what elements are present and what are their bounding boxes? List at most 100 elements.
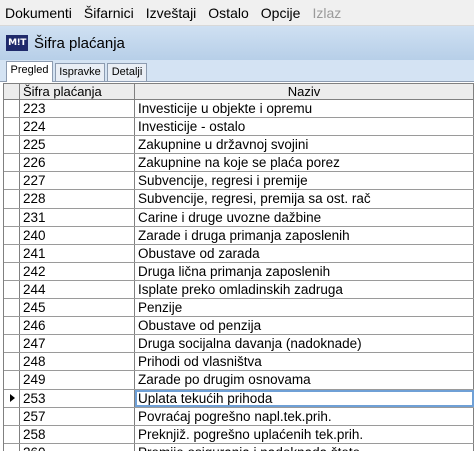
table-row[interactable]: 247 Druga socijalna davanja (nadoknade): [4, 335, 474, 354]
cell-sifra[interactable]: 248: [20, 353, 135, 371]
cell-naziv[interactable]: Premije osiguranja i nadoknada štete: [135, 443, 474, 451]
row-indicator[interactable]: [4, 208, 20, 226]
column-header-naziv[interactable]: Naziv: [135, 84, 474, 99]
cell-naziv[interactable]: Carine i druge uvozne dažbine: [135, 208, 474, 226]
tab-ispravke[interactable]: Ispravke: [55, 63, 105, 81]
data-grid: Šifra plaćanja Naziv 223 Investicije u ob…: [3, 83, 474, 451]
table-row[interactable]: 227 Subvencije, regresi i premije: [4, 172, 474, 191]
cell-sifra[interactable]: 244: [20, 280, 135, 299]
window-title-bar: M!T Šifra plaćanja: [0, 26, 474, 60]
row-indicator[interactable]: [4, 335, 20, 353]
table-row[interactable]: 258 Preknjiž. pogrešno uplaćenih tek.prih…: [4, 425, 474, 444]
cell-naziv[interactable]: Zarade po drugim osnovama: [135, 371, 474, 389]
cell-naziv[interactable]: Investicije - ostalo: [135, 118, 474, 136]
app-logo-icon: M!T: [6, 35, 28, 51]
cell-sifra[interactable]: 258: [20, 425, 135, 443]
table-row[interactable]: 253 Uplata tekućih prihoda: [4, 389, 474, 408]
table-row[interactable]: 248 Prihodi od vlasništva: [4, 353, 474, 372]
cell-naziv[interactable]: Druga lična primanja zaposlenih: [135, 262, 474, 280]
row-indicator[interactable]: [4, 299, 20, 317]
cell-sifra[interactable]: 241: [20, 244, 135, 262]
row-indicator[interactable]: [4, 118, 20, 136]
cell-naziv[interactable]: Subvencije, regresi i premije: [135, 172, 474, 190]
table-row[interactable]: 246 Obustave od penzija: [4, 317, 474, 336]
cell-naziv[interactable]: Obustave od zarada: [135, 244, 474, 262]
row-indicator[interactable]: [4, 226, 20, 244]
grid-rows: 223 Investicije u objekte i opremu 224 Inve…: [4, 100, 474, 451]
table-row[interactable]: 240 Zarade i druga primanja zaposlenih: [4, 226, 474, 245]
row-indicator[interactable]: [4, 244, 20, 262]
cell-sifra[interactable]: 249: [20, 371, 135, 389]
cell-sifra[interactable]: 240: [20, 226, 135, 244]
cell-naziv[interactable]: Druga socijalna davanja (nadoknade): [135, 335, 474, 353]
cell-sifra[interactable]: 247: [20, 335, 135, 353]
cell-sifra[interactable]: 231: [20, 208, 135, 226]
cell-sifra[interactable]: 226: [20, 154, 135, 172]
cell-sifra[interactable]: 223: [20, 100, 135, 118]
cell-naziv[interactable]: Obustave od penzija: [135, 317, 474, 335]
table-row[interactable]: 226 Zakupnine na koje se plaća porez: [4, 154, 474, 173]
tab-strip: Pregled Ispravke Detalji: [0, 60, 474, 82]
table-row[interactable]: 249 Zarade po drugim osnovama: [4, 371, 474, 390]
cell-sifra[interactable]: 227: [20, 172, 135, 190]
row-indicator[interactable]: [4, 443, 20, 451]
cell-naziv[interactable]: Uplata tekućih prihoda: [135, 389, 474, 407]
row-indicator[interactable]: [4, 317, 20, 335]
menu-dokumenti[interactable]: Dokumenti: [0, 0, 78, 26]
cell-sifra[interactable]: 242: [20, 262, 135, 280]
cell-sifra[interactable]: 228: [20, 190, 135, 208]
row-indicator[interactable]: [4, 190, 20, 208]
cell-sifra[interactable]: 245: [20, 299, 135, 317]
cell-sifra[interactable]: 260: [20, 443, 135, 451]
cell-sifra[interactable]: 246: [20, 317, 135, 335]
table-row[interactable]: 223 Investicije u objekte i opremu: [4, 100, 474, 119]
menu-sifarnici[interactable]: Šifarnici: [78, 0, 140, 26]
cell-sifra[interactable]: 253: [20, 389, 135, 407]
menu-bar: Dokumenti Šifarnici Izveštaji Ostalo Opc…: [0, 0, 474, 26]
row-indicator[interactable]: [4, 389, 20, 407]
table-row[interactable]: 242 Druga lična primanja zaposlenih: [4, 262, 474, 281]
cell-sifra[interactable]: 225: [20, 136, 135, 154]
table-row[interactable]: 228 Subvencije, regresi, premija sa ost. …: [4, 190, 474, 209]
tab-detalji[interactable]: Detalji: [107, 63, 147, 81]
cell-naziv[interactable]: Investicije u objekte i opremu: [135, 100, 474, 118]
cell-naziv[interactable]: Subvencije, regresi, premija sa ost. rač: [135, 190, 474, 208]
cell-naziv[interactable]: Povraćaj pogrešno napl.tek.prih.: [135, 407, 474, 425]
cell-sifra[interactable]: 224: [20, 118, 135, 136]
header-indicator: [4, 84, 20, 99]
column-header-sifra[interactable]: Šifra plaćanja: [20, 84, 135, 99]
table-row[interactable]: 260Premije osiguranja i nadoknada štete: [4, 443, 474, 451]
menu-izvestaji[interactable]: Izveštaji: [140, 0, 203, 26]
menu-opcije[interactable]: Opcije: [255, 0, 307, 26]
row-indicator[interactable]: [4, 100, 20, 118]
cell-naziv[interactable]: Zakupnine u državnoj svojini: [135, 136, 474, 154]
row-indicator[interactable]: [4, 353, 20, 371]
cell-naziv[interactable]: Prihodi od vlasništva: [135, 353, 474, 371]
table-row[interactable]: 257 Povraćaj pogrešno napl.tek.prih.: [4, 407, 474, 426]
row-indicator[interactable]: [4, 154, 20, 172]
tab-pregled[interactable]: Pregled: [6, 61, 53, 82]
cell-naziv[interactable]: Zakupnine na koje se plaća porez: [135, 154, 474, 172]
table-row[interactable]: 244 Isplate preko omladinskih zadruga: [4, 280, 474, 300]
menu-ostalo[interactable]: Ostalo: [202, 0, 254, 26]
table-row[interactable]: 241 Obustave od zarada: [4, 244, 474, 263]
row-indicator[interactable]: [4, 136, 20, 154]
row-indicator[interactable]: [4, 407, 20, 425]
menu-izlaz: Izlaz: [312, 4, 342, 21]
cell-sifra[interactable]: 257: [20, 407, 135, 425]
table-row[interactable]: 245 Penzije: [4, 299, 474, 318]
current-row-pointer-icon: [10, 393, 15, 402]
row-indicator[interactable]: [4, 172, 20, 190]
grid-header: Šifra plaćanja Naziv: [4, 84, 474, 100]
row-indicator[interactable]: [4, 425, 20, 443]
row-indicator[interactable]: [4, 262, 20, 280]
table-row[interactable]: 231 Carine i druge uvozne dažbine: [4, 208, 474, 227]
cell-naziv[interactable]: Penzije: [135, 299, 474, 317]
table-row[interactable]: 224 Investicije - ostalo: [4, 118, 474, 137]
cell-naziv[interactable]: Zarade i druga primanja zaposlenih: [135, 226, 474, 244]
row-indicator[interactable]: [4, 280, 20, 299]
row-indicator[interactable]: [4, 371, 20, 389]
cell-naziv[interactable]: Isplate preko omladinskih zadruga: [135, 280, 474, 299]
table-row[interactable]: 225 Zakupnine u državnoj svojini: [4, 136, 474, 155]
cell-naziv[interactable]: Preknjiž. pogrešno uplaćenih tek.prih.: [135, 425, 474, 443]
